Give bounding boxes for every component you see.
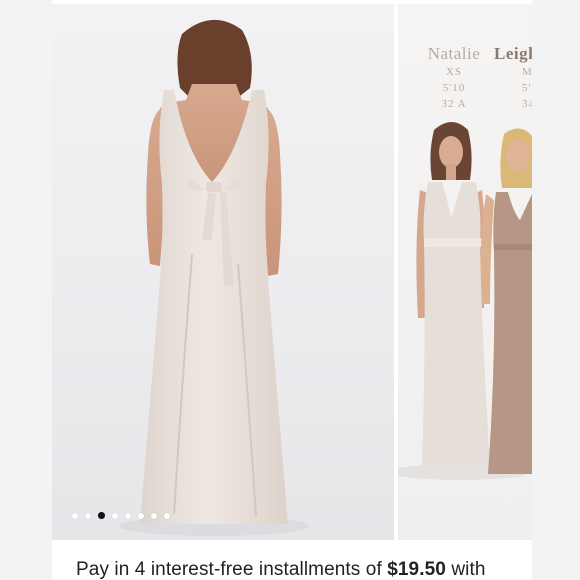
product-card: Natalie XS 5'10 32 A Leigh M 5' 34 [52,0,532,580]
model-bust: 34 [522,98,532,110]
listing-screen: Natalie XS 5'10 32 A Leigh M 5' 34 [0,0,580,580]
model-height: 5' [522,82,532,94]
left-gutter [0,0,52,580]
model-height: 5'10 [442,82,466,94]
model-size: M [522,66,532,78]
installments-suffix: with [451,559,486,580]
image-carousel[interactable]: Natalie XS 5'10 32 A Leigh M 5' 34 [52,0,532,540]
model-name: Leigh [494,44,532,63]
model-size: XS [445,66,463,78]
carousel-dot-3-active[interactable] [98,512,105,519]
model-back-view-photo [119,19,309,536]
carousel-dot-7[interactable] [151,512,157,519]
carousel-slide-next[interactable]: Natalie XS 5'10 32 A Leigh M 5' 34 [398,4,532,540]
model-bust: 32 A [441,98,467,110]
installments-prefix: Pay in 4 interest-free installments of [76,559,382,580]
carousel-dot-6[interactable] [138,512,144,519]
installment-price: $19.50 [387,559,446,580]
carousel-dot-5[interactable] [125,512,131,519]
carousel-pagination [72,512,170,519]
installments-text: Pay in 4 interest-free installments of $… [76,559,486,580]
carousel-slide-main[interactable] [52,4,394,540]
installments-banner[interactable]: Pay in 4 interest-free installments of $… [52,540,532,580]
carousel-dot-2[interactable] [85,512,91,519]
right-gutter [532,0,580,580]
carousel-dot-1[interactable] [72,512,78,519]
carousel-dot-4[interactable] [112,512,118,519]
model-name: Natalie [427,44,481,63]
carousel-dot-8[interactable] [164,512,170,519]
model-info-leigh: Leigh M 5' 34 [494,44,532,112]
model-info-natalie: Natalie XS 5'10 32 A [426,44,482,112]
